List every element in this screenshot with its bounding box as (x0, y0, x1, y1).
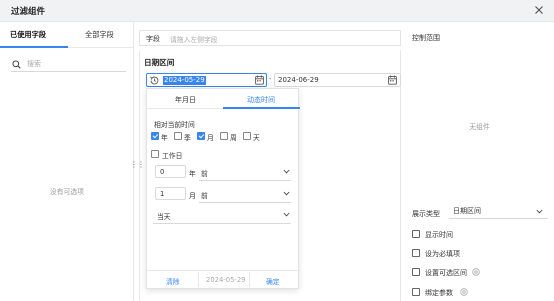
empty-state-text: 没有可选项 (50, 188, 84, 196)
start-date-value: 2024-05-29 (163, 76, 206, 85)
required-label: 设为必填项 (425, 250, 460, 258)
dynamic-time-icon (150, 76, 159, 85)
date-picker-popup: 年月日 动态时间 相对当前时间 年 季 月 周 天 工作日 0 年 前 1 月 … (146, 88, 300, 289)
required-checkbox[interactable] (412, 249, 420, 257)
calendar-icon[interactable] (255, 75, 264, 85)
day-anchor-underline (153, 223, 291, 224)
chevron-down-icon[interactable] (283, 212, 290, 217)
checkbox-month[interactable] (197, 132, 205, 140)
active-tab-indicator (0, 46, 68, 48)
search-input[interactable]: 搜索 (11, 58, 126, 72)
dialog-title: 过滤组件 (11, 7, 46, 17)
year-direction-select[interactable]: 前 (201, 168, 208, 178)
display-type-label: 展示类型 (412, 210, 440, 218)
year-offset-value: 0 (160, 168, 165, 176)
tab-dynamic-time[interactable]: 动态时间 (247, 95, 275, 105)
field-drop-zone[interactable]: 字段 请拖入左侧字段 (139, 30, 401, 46)
result-date-preview: 2024-05-29 (206, 276, 246, 284)
end-date-input[interactable]: 2024-06-29 (274, 73, 401, 87)
confirm-button[interactable]: 确定 (266, 276, 280, 286)
control-scope-title: 控制范围 (412, 34, 440, 42)
picker-footer-divider (147, 270, 300, 271)
search-icon (12, 60, 21, 69)
checkbox-week-label: 周 (230, 134, 237, 142)
start-date-input[interactable]: 2024-05-29 (146, 73, 267, 87)
close-icon[interactable] (532, 3, 546, 17)
footer-separator (249, 272, 250, 287)
settings-info-icon[interactable] (460, 288, 468, 296)
relative-time-label: 相对当前时间 (154, 121, 195, 129)
checkbox-day-label: 天 (253, 134, 260, 142)
selectable-range-label: 设置可选区间 (425, 269, 467, 277)
dialog-header: 过滤组件 (0, 0, 554, 22)
chevron-down-icon[interactable] (283, 191, 290, 196)
checkbox-workday-label: 工作日 (162, 152, 183, 160)
end-date-value: 2024-06-29 (278, 76, 319, 84)
month-offset-unit: 月 (189, 192, 196, 200)
tab-used-fields[interactable]: 已使用字段 (10, 30, 46, 40)
settings-info-icon[interactable] (472, 268, 480, 276)
month-offset-input[interactable]: 1 (155, 187, 186, 200)
checkbox-quarter-label: 季 (184, 134, 191, 142)
month-direction-select[interactable]: 前 (201, 190, 208, 200)
checkbox-workday[interactable] (151, 150, 159, 158)
day-anchor-select[interactable]: 当天 (157, 211, 171, 221)
checkbox-week[interactable] (220, 132, 228, 140)
checkbox-quarter[interactable] (174, 132, 182, 140)
picker-active-tab-indicator (223, 107, 300, 109)
month-offset-value: 1 (160, 190, 165, 198)
year-offset-input[interactable]: 0 (155, 165, 186, 178)
tab-ymd[interactable]: 年月日 (175, 95, 196, 105)
display-type-select[interactable]: 日期区间 (449, 203, 548, 219)
checkbox-year-label: 年 (161, 134, 168, 142)
month-direction-underline (199, 202, 291, 203)
checkbox-month-label: 月 (207, 134, 214, 142)
checkbox-day[interactable] (243, 132, 251, 140)
year-direction-underline (199, 180, 291, 181)
footer-separator (198, 272, 199, 287)
field-label: 字段 (146, 35, 160, 43)
bind-param-checkbox[interactable] (412, 288, 420, 296)
clear-button[interactable]: 清除 (166, 276, 180, 286)
tab-all-fields[interactable]: 全部字段 (85, 30, 114, 40)
date-range-separator: - (269, 75, 272, 83)
field-list-panel: 已使用字段 全部字段 搜索 没有可选项 (0, 22, 134, 301)
chevron-down-icon[interactable] (536, 209, 543, 214)
date-range-title: 日期区间 (144, 58, 175, 67)
display-type-value: 日期区间 (453, 207, 481, 215)
show-time-label: 显示时间 (425, 231, 453, 239)
year-offset-unit: 年 (189, 170, 196, 178)
chevron-down-icon[interactable] (283, 169, 290, 174)
search-placeholder: 搜索 (27, 60, 41, 68)
no-components-text: 无组件 (469, 123, 490, 131)
show-time-checkbox[interactable] (412, 230, 420, 238)
calendar-icon[interactable] (388, 75, 397, 85)
selectable-range-checkbox[interactable] (412, 268, 420, 276)
field-placeholder: 请拖入左侧字段 (170, 36, 218, 44)
checkbox-year[interactable] (151, 132, 159, 140)
bind-param-label: 绑定参数 (425, 289, 453, 297)
